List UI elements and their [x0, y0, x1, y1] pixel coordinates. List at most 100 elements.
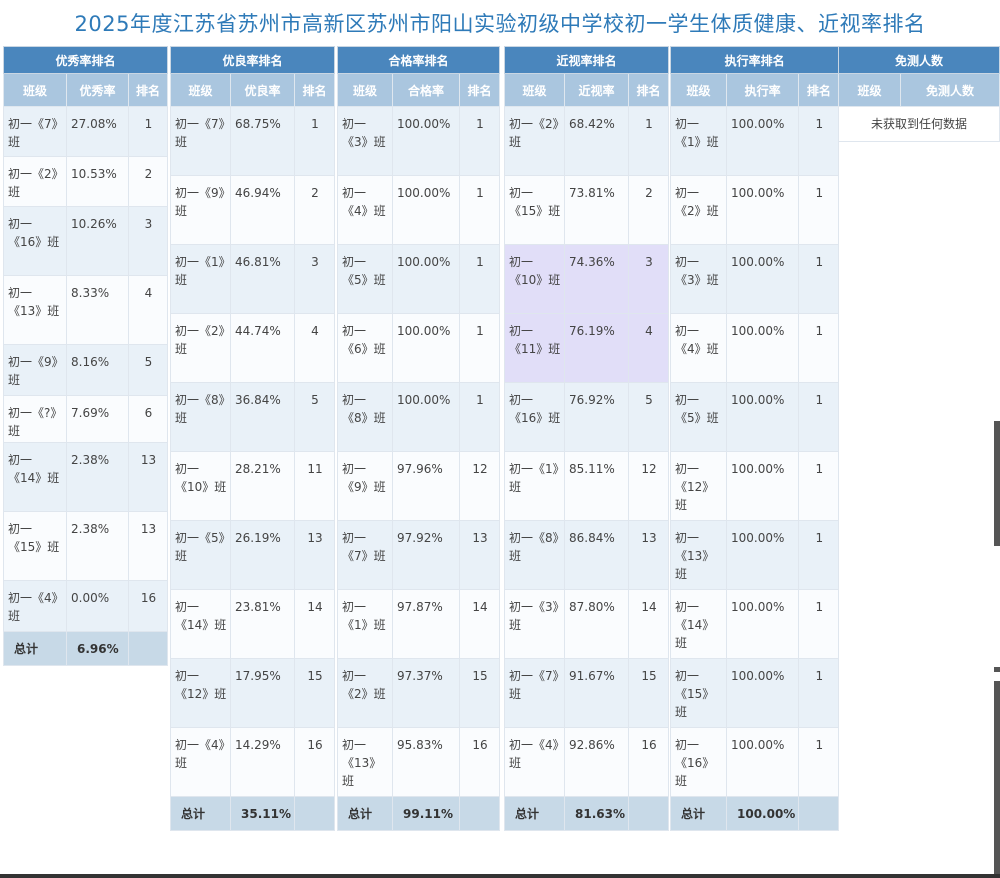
rank-cell: 16 [459, 727, 500, 797]
class-cell: 初一《11》班 [504, 313, 565, 383]
table-row: 初一《1》班 97.87% 14 [337, 589, 500, 659]
class-cell: 初一《9》班 [170, 175, 231, 245]
class-cell: 初一《16》班 [670, 727, 727, 797]
col-header-rate[interactable]: 近视率 [564, 73, 629, 107]
rate-cell: 76.19% [564, 313, 629, 383]
rate-cell: 97.37% [392, 658, 460, 728]
col-header-class[interactable]: 班级 [504, 73, 565, 107]
page-title: 2025年度江苏省苏州市高新区苏州市阳山实验初级中学校初一学生体质健康、近视率排… [74, 12, 926, 36]
class-cell: 初一《3》班 [504, 589, 565, 659]
total-row: 总计 100.00% [670, 796, 840, 831]
table-row: 初一《?》班 7.69% 6 [3, 395, 168, 443]
rank-cell: 4 [293, 313, 335, 383]
youxiu-caption: 优秀率排名 [3, 46, 168, 74]
total-empty [293, 796, 335, 831]
rate-cell: 87.80% [564, 589, 629, 659]
col-header-rate[interactable]: 合格率 [392, 73, 460, 107]
total-value: 6.96% [66, 631, 129, 666]
rank-cell: 1 [798, 658, 840, 728]
rank-cell: 4 [128, 275, 168, 345]
rank-cell: 15 [293, 658, 335, 728]
rate-cell: 85.11% [564, 451, 629, 521]
class-cell: 初一《9》班 [337, 451, 393, 521]
total-empty [798, 796, 840, 831]
scrollbar-fragment [994, 421, 1000, 546]
class-cell: 初一《3》班 [337, 106, 393, 176]
col-header-rate[interactable]: 执行率 [725, 73, 800, 107]
rank-cell: 11 [293, 451, 335, 521]
table-row: 初一《15》班 73.81% 2 [504, 175, 669, 245]
class-cell: 初一《9》班 [3, 344, 67, 396]
total-label: 总计 [170, 796, 231, 831]
class-cell: 初一《16》班 [504, 382, 565, 452]
total-empty [459, 796, 500, 831]
rank-cell: 1 [798, 313, 840, 383]
col-header-exempt-count[interactable]: 免测人数 [900, 73, 1000, 107]
rate-cell: 100.00% [725, 175, 800, 245]
rank-cell: 4 [627, 313, 669, 383]
class-cell: 初一《12》班 [170, 658, 231, 728]
rate-cell: 26.19% [230, 520, 295, 590]
table-row-highlighted: 初一《10》班 74.36% 3 [504, 244, 669, 314]
table-row: 初一《13》班 100.00% 1 [670, 520, 840, 590]
rate-cell: 100.00% [725, 382, 800, 452]
rank-cell: 1 [459, 175, 500, 245]
col-header-class[interactable]: 班级 [3, 73, 67, 107]
table-row: 初一《16》班 100.00% 1 [670, 727, 840, 797]
class-cell: 初一《1》班 [504, 451, 565, 521]
col-header-class[interactable]: 班级 [838, 73, 901, 107]
total-value: 35.11% [230, 796, 295, 831]
col-header-class[interactable]: 班级 [170, 73, 231, 107]
total-value: 99.11% [392, 796, 460, 831]
col-header-rate[interactable]: 优秀率 [66, 73, 129, 107]
col-header-rank[interactable]: 排名 [798, 73, 840, 107]
rank-cell: 14 [293, 589, 335, 659]
youliang-table: 优良率排名 班级 优良率 排名 初一《7》班 68.75% 1 初一《9》班 46.9… [170, 46, 335, 831]
class-cell: 初一《1》班 [670, 106, 727, 176]
total-empty [627, 796, 669, 831]
class-cell: 初一《4》班 [504, 727, 565, 797]
table-row: 初一《16》班 76.92% 5 [504, 382, 669, 452]
rate-cell: 100.00% [725, 451, 800, 521]
class-cell: 初一《7》班 [337, 520, 393, 590]
rank-cell: 13 [128, 442, 168, 512]
rank-cell: 13 [293, 520, 335, 590]
class-cell: 初一《4》班 [170, 727, 231, 797]
table-row: 初一《13》班 8.33% 4 [3, 275, 168, 345]
youxiu-table: 优秀率排名 班级 优秀率 排名 初一《7》班 27.08% 1 初一《2》班 1… [3, 46, 168, 666]
rate-cell: 36.84% [230, 382, 295, 452]
rate-cell: 100.00% [392, 313, 460, 383]
table-row: 初一《1》班 46.81% 3 [170, 244, 335, 314]
rate-cell: 8.16% [66, 344, 129, 396]
rate-cell: 46.81% [230, 244, 295, 314]
rate-cell: 100.00% [725, 313, 800, 383]
col-header-rank[interactable]: 排名 [128, 73, 168, 107]
class-cell: 初一《16》班 [3, 206, 67, 276]
rate-cell: 100.00% [725, 106, 800, 176]
class-cell: 初一《2》班 [337, 658, 393, 728]
rank-cell: 1 [798, 589, 840, 659]
col-header-class[interactable]: 班级 [670, 73, 727, 107]
table-row: 初一《2》班 100.00% 1 [670, 175, 840, 245]
class-cell: 初一《14》班 [170, 589, 231, 659]
rank-cell: 13 [459, 520, 500, 590]
class-cell: 初一《7》班 [504, 658, 565, 728]
class-cell: 初一《4》班 [3, 580, 67, 632]
rate-cell: 100.00% [725, 520, 800, 590]
scrollbar-fragment [994, 667, 1000, 672]
col-header-rank[interactable]: 排名 [627, 73, 669, 107]
total-label: 总计 [337, 796, 393, 831]
total-label: 总计 [3, 631, 67, 666]
total-empty [128, 631, 168, 666]
rate-cell: 100.00% [392, 106, 460, 176]
rank-cell: 14 [627, 589, 669, 659]
table-row: 初一《10》班 28.21% 11 [170, 451, 335, 521]
col-header-rate[interactable]: 优良率 [230, 73, 295, 107]
rate-cell: 86.84% [564, 520, 629, 590]
col-header-rank[interactable]: 排名 [459, 73, 500, 107]
total-row: 总计 81.63% [504, 796, 669, 831]
col-header-class[interactable]: 班级 [337, 73, 393, 107]
table-row: 初一《3》班 87.80% 14 [504, 589, 669, 659]
col-header-rank[interactable]: 排名 [293, 73, 335, 107]
rank-cell: 13 [627, 520, 669, 590]
